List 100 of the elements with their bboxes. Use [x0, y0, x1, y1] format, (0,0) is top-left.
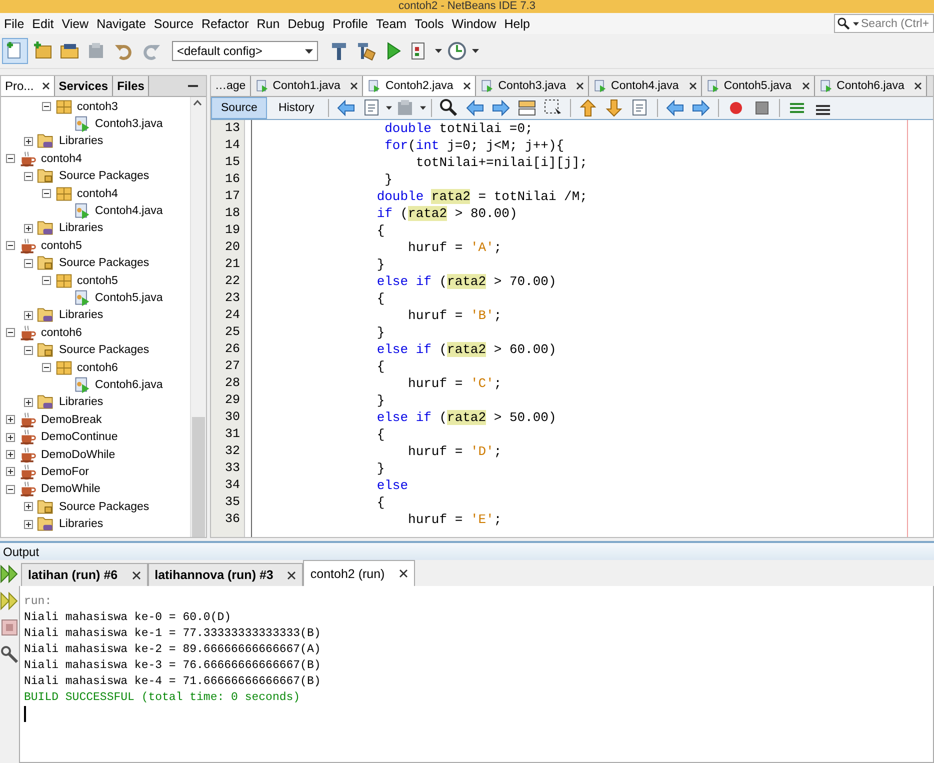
tree-item[interactable]: Source Packages	[59, 170, 150, 182]
line-number: 23	[224, 290, 240, 307]
close-icon[interactable]	[287, 570, 296, 580]
expand-toggle-icon[interactable]	[24, 136, 33, 146]
collapse-toggle-icon[interactable]	[6, 154, 15, 164]
expand-toggle-icon[interactable]	[24, 520, 33, 529]
tree-item[interactable]: Libraries	[59, 518, 104, 530]
coffee-cup-icon	[19, 480, 37, 498]
menu-item[interactable]: Navigate	[92, 16, 150, 30]
menu-item[interactable]: Source	[150, 16, 198, 30]
menu-item[interactable]: Window	[448, 16, 500, 30]
expand-toggle-icon[interactable]	[24, 224, 33, 233]
editor-tab[interactable]: Contoh4.java	[589, 76, 702, 96]
close-icon[interactable]	[42, 82, 50, 90]
collapse-toggle-icon[interactable]	[6, 328, 15, 338]
tree-item[interactable]: Contoh4.java	[95, 205, 163, 218]
collapse-toggle-icon[interactable]	[42, 276, 51, 286]
tree-item[interactable]: contoh6	[41, 326, 82, 339]
collapse-toggle-icon[interactable]	[6, 484, 15, 494]
expand-toggle-icon[interactable]	[6, 450, 15, 459]
tree-item[interactable]: Source Packages	[59, 500, 150, 513]
collapse-toggle-icon[interactable]	[42, 102, 51, 112]
editor-tab[interactable]: Contoh2.java	[363, 76, 476, 96]
line-number: 32	[224, 443, 240, 460]
tree-item[interactable]: Contoh6.java	[95, 378, 163, 391]
library-folder-icon	[37, 393, 55, 412]
output-tab[interactable]: latihannova (run) #3	[148, 563, 304, 586]
collapse-toggle-icon[interactable]	[6, 241, 15, 250]
tree-item[interactable]: Source Packages	[59, 257, 150, 270]
tree-item[interactable]: DemoWhile	[41, 483, 100, 496]
menu-item[interactable]: Edit	[28, 16, 58, 30]
minimize-icon[interactable]	[188, 84, 198, 88]
code-line: huruf = 'A';	[408, 240, 502, 255]
expand-toggle-icon[interactable]	[24, 310, 33, 320]
scrollbar[interactable]	[190, 97, 206, 537]
output-tab[interactable]: contoh2 (run)	[303, 560, 415, 586]
collapse-toggle-icon[interactable]	[42, 189, 51, 198]
collapse-toggle-icon[interactable]	[24, 258, 33, 268]
view-tab[interactable]: History	[269, 98, 324, 118]
tree-item[interactable]: Libraries	[59, 135, 104, 148]
close-icon[interactable]	[132, 570, 141, 580]
collapse-toggle-icon[interactable]	[42, 363, 51, 372]
panel-tab[interactable]: Files	[113, 76, 150, 96]
view-tab[interactable]: Source	[211, 97, 268, 119]
close-icon[interactable]	[914, 82, 922, 90]
expand-toggle-icon[interactable]	[24, 502, 33, 512]
editor-tab[interactable]: Contoh3.java	[476, 76, 590, 96]
menu-item[interactable]: View	[58, 16, 93, 30]
tree-item[interactable]: DemoDoWhile	[41, 448, 116, 460]
config-dropdown[interactable]: <default config>	[172, 41, 318, 61]
scrollbar-thumb[interactable]	[192, 417, 205, 537]
editor-tab[interactable]: Contoh1.java	[250, 76, 364, 96]
tree-item[interactable]: DemoContinue	[41, 431, 118, 444]
tree-item[interactable]: contoh4	[41, 152, 82, 165]
close-icon[interactable]	[576, 82, 584, 90]
code-line: else if (rata2 > 60.00)	[376, 342, 556, 357]
tree-item[interactable]: Contoh3.java	[95, 118, 163, 130]
menu-item[interactable]: Profile	[328, 16, 372, 30]
expand-toggle-icon[interactable]	[6, 415, 15, 424]
tree-item[interactable]: contoh6	[77, 362, 118, 374]
close-icon[interactable]	[802, 82, 810, 90]
profile-button[interactable]	[445, 39, 469, 63]
search-field[interactable]: Search (Ctrl+	[834, 14, 934, 33]
menu-item[interactable]: Run	[252, 16, 284, 30]
package-icon	[55, 184, 73, 203]
menu-item[interactable]: Tools	[410, 16, 448, 30]
editor-tab[interactable]: …age	[211, 76, 251, 96]
expand-toggle-icon[interactable]	[24, 398, 33, 407]
editor-tab[interactable]: Contoh6.java	[814, 76, 928, 96]
output-tab[interactable]: latihan (run) #6	[21, 563, 148, 586]
tree-item[interactable]: DemoFor	[41, 466, 89, 478]
collapse-toggle-icon[interactable]	[24, 346, 33, 355]
close-icon[interactable]	[398, 569, 408, 578]
expand-toggle-icon[interactable]	[6, 432, 15, 442]
tree-item[interactable]: contoh5	[77, 274, 118, 287]
panel-tab[interactable]: Services	[54, 76, 114, 96]
tree-item[interactable]: DemoBreak	[41, 414, 102, 426]
editor-tab[interactable]: Contoh5.java	[702, 76, 815, 96]
tree-item[interactable]: Libraries	[59, 222, 104, 234]
close-icon[interactable]	[350, 82, 358, 90]
expand-toggle-icon[interactable]	[6, 467, 15, 476]
close-icon[interactable]	[688, 82, 697, 90]
tree-item[interactable]: contoh5	[41, 240, 82, 252]
last-edit-icon	[336, 98, 356, 118]
menu-item[interactable]: Debug	[284, 16, 329, 30]
panel-tab[interactable]: Pro...	[1, 76, 55, 96]
tree-item[interactable]: Source Packages	[59, 344, 150, 356]
menu-item[interactable]: Team	[372, 16, 411, 30]
menu-item[interactable]: File	[0, 16, 28, 30]
tree-item[interactable]: Libraries	[59, 396, 104, 408]
menu-item[interactable]: Refactor	[198, 16, 253, 30]
close-icon[interactable]	[463, 82, 472, 90]
menu-item[interactable]: Help	[500, 16, 534, 30]
find-next-icon	[491, 98, 512, 118]
tree-item[interactable]: contoh4	[77, 188, 118, 200]
collapse-toggle-icon[interactable]	[24, 172, 33, 181]
previous-bookmark-icon	[578, 98, 598, 118]
tree-item[interactable]: Contoh5.java	[95, 292, 163, 304]
tree-item[interactable]: Libraries	[59, 309, 104, 322]
tree-item[interactable]: contoh3	[77, 100, 118, 113]
